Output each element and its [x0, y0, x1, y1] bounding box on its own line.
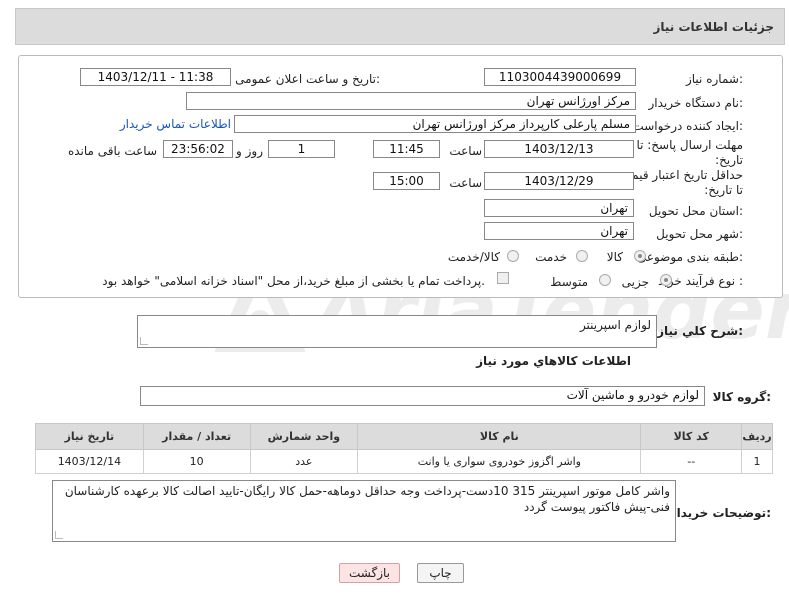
category-radio-goods-service[interactable] — [507, 250, 519, 262]
city-field: تهران — [484, 222, 634, 240]
validity-date-field: 1403/12/29 — [484, 172, 634, 190]
cell-unit: عدد — [249, 449, 359, 474]
goods-group-label: گروه کالا: — [712, 390, 771, 404]
buyer-org-label: نام دستگاه خریدار: — [648, 96, 744, 110]
treasury-payment-note: پرداخت تمام یا بخشی از مبلغ خرید،از محل … — [102, 274, 485, 288]
back-button[interactable]: بازگشت — [339, 563, 400, 583]
table-row: 1 -- واشر اگزوز خودروی سواری یا وانت عدد… — [35, 449, 773, 474]
resize-grip-icon[interactable] — [140, 337, 148, 345]
category-option-goods-service: کالا/خدمت — [447, 250, 500, 264]
process-radio-minor[interactable] — [660, 274, 672, 286]
col-header-item-name: نام کالا — [357, 423, 642, 450]
need-number-field: 1103004439000699 — [484, 68, 636, 86]
category-option-goods: کالا — [606, 250, 623, 264]
days-field: 1 — [268, 140, 335, 158]
province-label: استان محل تحویل: — [648, 204, 743, 218]
requester-label: ایجاد کننده درخواست: — [632, 119, 743, 133]
buyer-notes-text: واشر کامل موتور اسپرینتر 315 10دست-پرداخ… — [64, 484, 670, 514]
page-header: جزئیات اطلاعات نیاز — [15, 8, 785, 45]
process-option-minor: جزیی — [621, 275, 649, 289]
summary-text: لوازم اسپرینتر — [579, 318, 651, 332]
cell-item-name: واشر اگزوز خودروی سواری یا وانت — [357, 449, 642, 474]
print-button[interactable]: چاپ — [417, 563, 464, 583]
col-header-unit: واحد شمارش — [249, 423, 359, 450]
summary-label: شرح کلي نياز: — [657, 324, 743, 338]
cell-quantity: 10 — [142, 449, 251, 474]
goods-group-field: لوازم خودرو و ماشین آلات — [140, 386, 705, 406]
need-number-label: شماره نیاز: — [685, 72, 743, 86]
buyer-org-field: مرکز اورژانس تهران — [186, 92, 636, 110]
col-header-quantity: تعداد / مقدار — [142, 423, 251, 450]
process-radio-medium[interactable] — [599, 274, 611, 286]
resize-grip-icon[interactable] — [55, 531, 63, 539]
buyer-notes-label: توضیحات خریدار: — [669, 506, 771, 520]
category-radio-service[interactable] — [576, 250, 588, 262]
cell-item-code: -- — [640, 449, 742, 474]
goods-info-title: اطلاعات کالاهاي مورد نياز — [476, 354, 631, 368]
validity-time-field: 15:00 — [373, 172, 440, 190]
remaining-label: ساعت باقی مانده — [67, 144, 157, 158]
requester-field: مسلم پارعلی کارپرداز مرکز اورژانس تهران — [234, 115, 636, 133]
days-label: روز و — [236, 144, 263, 158]
col-header-row-number: رديف — [741, 423, 773, 450]
page-title: جزئیات اطلاعات نیاز — [653, 20, 774, 34]
process-option-medium: متوسط — [550, 275, 588, 289]
city-label: شهر محل تحویل: — [656, 227, 743, 241]
deadline-date-field: 1403/12/13 — [484, 140, 634, 158]
province-field: تهران — [484, 199, 634, 217]
validity-time-label: ساعت — [449, 176, 482, 190]
buyer-notes-textarea[interactable]: واشر کامل موتور اسپرینتر 315 10دست-پرداخ… — [52, 480, 676, 542]
announce-date-label: تاریخ و ساعت اعلان عمومی: — [235, 72, 380, 86]
col-header-need-date: تاريخ نياز — [35, 423, 144, 450]
cell-row-number: 1 — [741, 449, 773, 474]
deadline-time-field: 11:45 — [373, 140, 440, 158]
deadline-time-label: ساعت — [449, 144, 482, 158]
announce-date-field: 1403/12/11 - 11:38 — [80, 68, 231, 86]
summary-textarea[interactable]: لوازم اسپرینتر — [137, 315, 657, 348]
treasury-payment-checkbox[interactable] — [497, 272, 509, 284]
category-option-service: خدمت — [535, 250, 567, 264]
items-table: رديف کد کالا نام کالا واحد شمارش تعداد /… — [35, 423, 773, 474]
buyer-contact-link[interactable]: اطلاعات تماس خریدار — [120, 117, 231, 131]
category-radio-goods[interactable] — [634, 250, 646, 262]
remaining-time-field: 23:56:02 — [163, 140, 233, 158]
table-header-row: رديف کد کالا نام کالا واحد شمارش تعداد /… — [35, 423, 773, 450]
cell-need-date: 1403/12/14 — [35, 449, 144, 474]
category-label: طبقه بندی موضوعی: — [636, 250, 743, 264]
col-header-item-code: کد کالا — [640, 423, 742, 450]
deadline-label: مهلت ارسال پاسخ: تا تاریخ: — [636, 138, 743, 167]
